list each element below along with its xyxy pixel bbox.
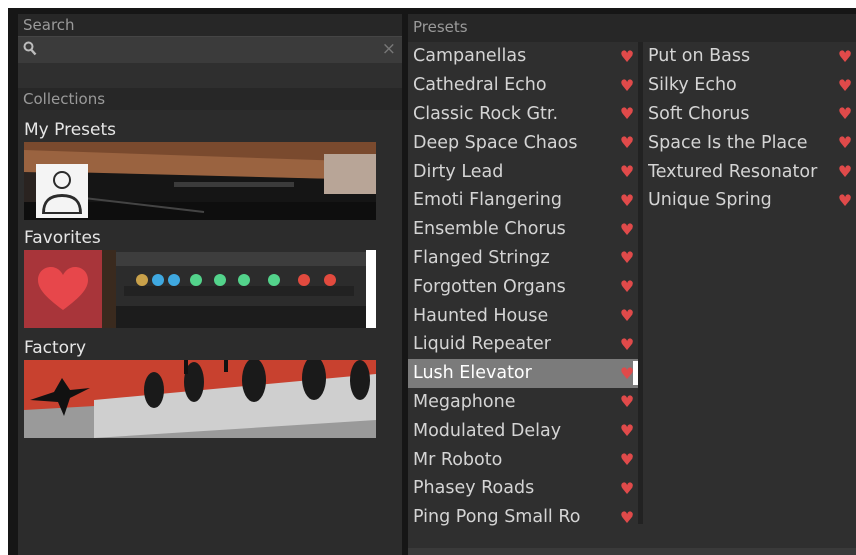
user-icon [36, 164, 88, 218]
preset-row[interactable]: Flanged Stringz ♥ [408, 244, 638, 273]
presets-panel: Presets Campanellas ♥ Cathedral Echo ♥ Cla… [408, 14, 856, 555]
preset-row[interactable]: Megaphone ♥ [408, 388, 638, 417]
favorite-heart-icon[interactable]: ♥ [616, 421, 638, 440]
preset-row[interactable]: Silky Echo ♥ [643, 71, 856, 100]
collection-factory-label[interactable]: Factory [24, 338, 86, 358]
search-header: Search [18, 14, 402, 36]
favorite-heart-icon[interactable]: ♥ [616, 392, 638, 411]
preset-row[interactable]: Phasey Roads ♥ [408, 474, 638, 503]
preset-name: Forgotten Organs [413, 276, 566, 297]
collection-favorites-label[interactable]: Favorites [24, 228, 101, 248]
search-input[interactable] [42, 37, 378, 63]
preset-row[interactable]: Ping Pong Small Ro ♥ [408, 503, 638, 532]
preset-name: Modulated Delay [413, 420, 562, 441]
preset-name: Silky Echo [648, 75, 737, 96]
preset-name: Haunted House [413, 305, 549, 326]
effects-rack-photo [24, 250, 376, 328]
preset-row[interactable]: Space Is the Place ♥ [643, 128, 856, 157]
collection-my-presets-label[interactable]: My Presets [24, 120, 116, 140]
preset-row[interactable]: Emoti Flangering ♥ [408, 186, 638, 215]
preset-name: Ensemble Chorus [413, 219, 566, 240]
favorite-heart-icon[interactable]: ♥ [616, 47, 638, 66]
clear-search-icon[interactable]: × [382, 38, 396, 60]
preset-name: Ping Pong Small Ro [413, 507, 581, 528]
preset-name: Put on Bass [648, 46, 751, 67]
favorite-heart-icon[interactable]: ♥ [616, 220, 638, 239]
favorite-heart-icon[interactable]: ♥ [616, 508, 638, 527]
collection-factory-thumb[interactable] [24, 360, 376, 438]
favorite-heart-icon[interactable]: ♥ [616, 277, 638, 296]
preset-row[interactable]: Liquid Repeater ♥ [408, 330, 638, 359]
preset-name: Campanellas [413, 46, 527, 67]
preset-row[interactable]: Dirty Lead ♥ [408, 157, 638, 186]
preset-row[interactable]: Textured Resonator ♥ [643, 157, 856, 186]
preset-name: Emoti Flangering [413, 190, 562, 211]
favorite-heart-icon[interactable]: ♥ [834, 191, 856, 210]
search-bar: × [18, 36, 402, 63]
preset-name: Liquid Repeater [413, 334, 551, 355]
preset-name: Cathedral Echo [413, 75, 547, 96]
preset-name: Soft Chorus [648, 103, 750, 124]
favorite-heart-icon[interactable]: ♥ [616, 133, 638, 152]
left-panel: Search × Collections My Presets Favorite… [18, 14, 402, 555]
favorite-heart-icon[interactable]: ♥ [616, 248, 638, 267]
collection-favorites-thumb[interactable] [24, 250, 376, 328]
preset-name: Flanged Stringz [413, 247, 550, 268]
collections-list: My Presets Favorites Factory [18, 110, 402, 555]
preset-name: Lush Elevator [413, 363, 532, 384]
presets-list-column-1: Campanellas ♥ Cathedral Echo ♥ Classic Roc… [408, 42, 638, 527]
preset-row[interactable]: Campanellas ♥ [408, 42, 638, 71]
favorite-heart-icon[interactable]: ♥ [616, 450, 638, 469]
horizontal-scrollbar[interactable] [408, 548, 856, 555]
preset-row[interactable]: Deep Space Chaos ♥ [408, 128, 638, 157]
preset-row[interactable]: Cathedral Echo ♥ [408, 71, 638, 100]
preset-row[interactable]: Mr Roboto ♥ [408, 445, 638, 474]
preset-name: Megaphone [413, 391, 516, 412]
preset-name: Dirty Lead [413, 161, 504, 182]
preset-name: Deep Space Chaos [413, 132, 578, 153]
favorite-heart-icon[interactable]: ♥ [616, 162, 638, 181]
favorite-heart-icon[interactable]: ♥ [834, 47, 856, 66]
favorite-heart-icon[interactable]: ♥ [616, 76, 638, 95]
favorite-heart-icon[interactable]: ♥ [616, 191, 638, 210]
collection-my-presets-thumb[interactable] [24, 142, 376, 220]
preset-name: Phasey Roads [413, 478, 535, 499]
collections-header: Collections [18, 88, 402, 110]
favorite-heart-icon[interactable]: ♥ [616, 335, 638, 354]
preset-browser-window: Search × Collections My Presets Favorite… [8, 8, 856, 555]
pedal-photo [24, 360, 376, 438]
preset-name: Classic Rock Gtr. [413, 103, 559, 124]
preset-name: Unique Spring [648, 190, 772, 211]
favorite-heart-icon[interactable]: ♥ [834, 133, 856, 152]
preset-name: Textured Resonator [648, 161, 818, 182]
preset-name: Mr Roboto [413, 449, 503, 470]
preset-row[interactable]: Put on Bass ♥ [643, 42, 856, 71]
preset-row[interactable]: Ensemble Chorus ♥ [408, 215, 638, 244]
amp-photo [24, 142, 376, 220]
preset-row[interactable]: Forgotten Organs ♥ [408, 272, 638, 301]
preset-row[interactable]: Classic Rock Gtr. ♥ [408, 100, 638, 129]
favorite-heart-icon[interactable]: ♥ [834, 162, 856, 181]
favorite-heart-icon[interactable]: ♥ [834, 76, 856, 95]
preset-row-selected[interactable]: Lush Elevator ♥ [408, 358, 638, 388]
favorite-heart-icon[interactable]: ♥ [616, 479, 638, 498]
favorite-heart-icon[interactable]: ♥ [834, 104, 856, 123]
search-icon [23, 41, 37, 60]
favorite-heart-icon[interactable]: ♥ [616, 104, 638, 123]
preset-row[interactable]: Soft Chorus ♥ [643, 100, 856, 129]
preset-row[interactable]: Modulated Delay ♥ [408, 416, 638, 445]
preset-name: Space Is the Place [648, 132, 808, 153]
favorite-heart-icon[interactable]: ♥ [616, 306, 638, 325]
preset-row[interactable]: Haunted House ♥ [408, 301, 638, 330]
presets-header: Presets [408, 14, 856, 42]
preset-row[interactable]: Unique Spring ♥ [643, 186, 856, 215]
presets-list-column-2: Put on Bass ♥ Silky Echo ♥ Soft Chorus ♥ Sp… [643, 42, 856, 524]
